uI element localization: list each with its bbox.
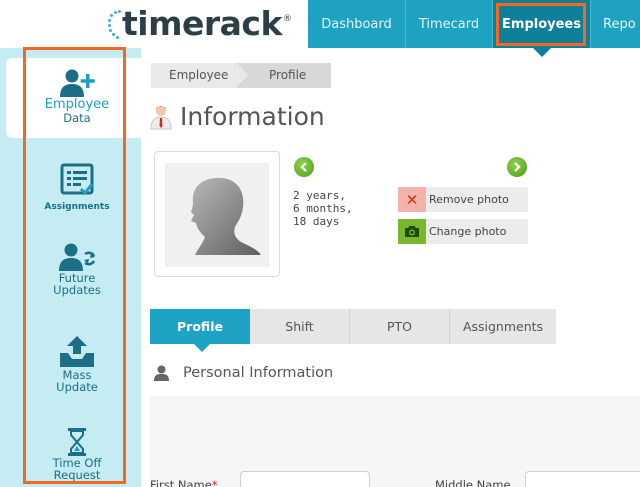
top-bar: timerack ® Dashboard Timecard Employees … xyxy=(0,0,640,57)
breadcrumb-profile: Profile xyxy=(237,63,331,88)
person-icon xyxy=(154,365,169,381)
upload-tray-icon xyxy=(60,336,94,367)
tenure-years: 2 years, xyxy=(293,189,346,202)
user-sync-icon xyxy=(59,243,95,271)
active-tab-caret-icon xyxy=(194,344,210,352)
first-name-label: First Name* xyxy=(150,478,218,487)
profile-tabs: Profile Shift PTO Assignments xyxy=(150,309,556,352)
first-name-input[interactable] xyxy=(240,471,370,487)
nav-dashboard[interactable]: Dashboard xyxy=(308,0,406,48)
middle-name-input[interactable] xyxy=(525,471,640,487)
tab-profile[interactable]: Profile xyxy=(150,309,250,352)
hourglass-icon xyxy=(68,428,86,456)
sidebar-item-sublabel: Update xyxy=(56,380,98,394)
personal-information-header: Personal Information xyxy=(154,365,333,381)
sidebar-item-time-off-request[interactable]: Time Off Request xyxy=(20,427,134,481)
sidebar-item-label: Assignments xyxy=(44,202,110,212)
chevron-left-icon xyxy=(300,162,307,172)
sidebar: Employee Data Assignments Future Updates xyxy=(0,48,141,487)
sidebar-item-sublabel: Data xyxy=(63,111,91,125)
section-title: Personal Information xyxy=(183,365,334,381)
employee-photo xyxy=(165,163,269,267)
tab-profile-label: Profile xyxy=(177,319,223,334)
employee-icon xyxy=(150,105,172,129)
page-header: Information xyxy=(150,102,325,131)
top-navigation: Dashboard Timecard Employees Repo xyxy=(308,0,640,57)
middle-name-label: Middle Name xyxy=(435,478,511,487)
logo-text: timerack xyxy=(122,4,282,43)
silhouette-icon xyxy=(191,177,261,255)
chevron-right-icon xyxy=(514,162,521,172)
employment-tenure: 2 years, 6 months, 18 days xyxy=(293,189,353,228)
nav-reports[interactable]: Repo xyxy=(591,0,640,48)
breadcrumb-employee[interactable]: Employee xyxy=(151,63,248,88)
logo-dots-icon xyxy=(108,6,122,42)
camera-icon xyxy=(398,219,426,244)
user-plus-icon xyxy=(60,69,95,97)
close-icon: ✕ xyxy=(398,187,426,212)
remove-photo-label: Remove photo xyxy=(429,193,509,206)
tab-assignments[interactable]: Assignments xyxy=(450,309,556,344)
sidebar-item-future-updates[interactable]: Future Updates xyxy=(20,242,134,296)
sidebar-item-assignments[interactable]: Assignments xyxy=(20,162,134,213)
next-employee-button[interactable] xyxy=(507,157,527,177)
breadcrumb: Employee Profile xyxy=(151,63,331,88)
nav-timecard[interactable]: Timecard xyxy=(406,0,493,48)
tab-pto[interactable]: PTO xyxy=(350,309,450,344)
page-title: Information xyxy=(180,102,325,131)
sidebar-item-mass-update[interactable]: Mass Update xyxy=(20,335,134,393)
required-marker: * xyxy=(211,478,218,487)
nav-employees[interactable]: Employees xyxy=(493,0,591,57)
sidebar-item-sublabel: Updates xyxy=(53,283,101,297)
employee-name-area xyxy=(346,146,460,176)
change-photo-label: Change photo xyxy=(429,225,507,238)
active-caret-icon xyxy=(533,48,551,57)
employee-photo-frame xyxy=(154,151,280,277)
logo-registered-mark: ® xyxy=(282,14,292,24)
previous-employee-button[interactable] xyxy=(294,157,314,177)
sidebar-item-employee-data[interactable]: Employee Data xyxy=(20,68,134,125)
remove-photo-button[interactable]: ✕ Remove photo xyxy=(398,187,528,212)
timerack-logo[interactable]: timerack ® xyxy=(108,4,292,44)
nav-employees-label: Employees xyxy=(502,16,581,32)
change-photo-button[interactable]: Change photo xyxy=(398,219,528,244)
first-name-label-text: First Name xyxy=(150,478,212,487)
sidebar-item-sublabel: Request xyxy=(53,468,101,482)
tenure-days: 18 days xyxy=(293,215,340,228)
checklist-icon xyxy=(60,163,94,196)
tenure-months: 6 months, xyxy=(293,202,353,215)
sidebar-item-label: Employee xyxy=(44,97,110,112)
tab-shift[interactable]: Shift xyxy=(250,309,350,344)
